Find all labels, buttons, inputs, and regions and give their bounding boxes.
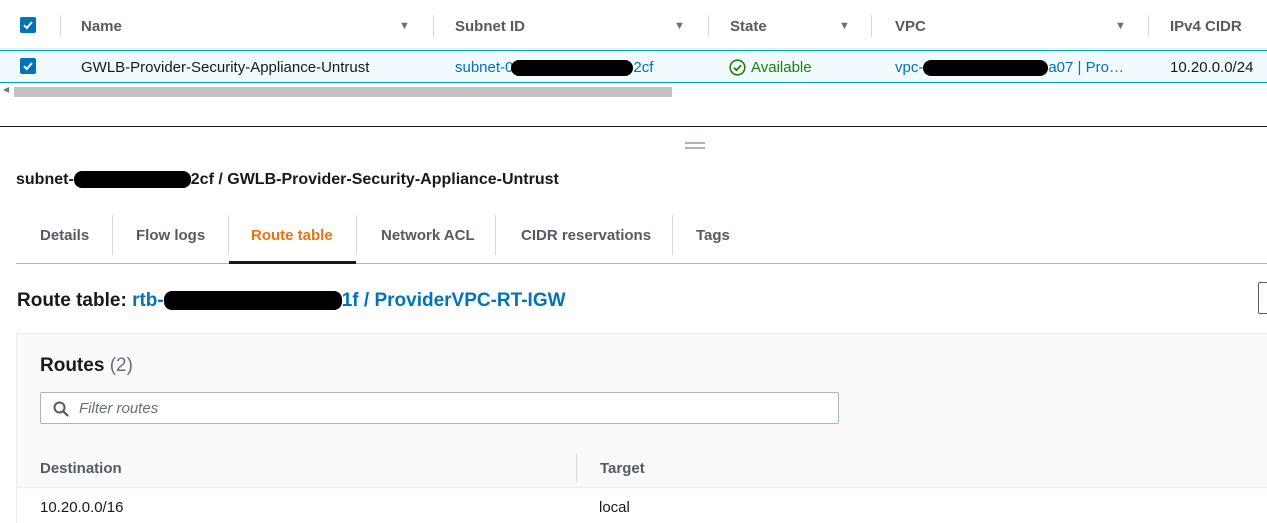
tab-details[interactable]: Details [40, 206, 89, 264]
sort-caret-icon[interactable]: ▼ [674, 20, 685, 32]
sort-caret-icon[interactable]: ▼ [1115, 20, 1126, 32]
check-circle-icon [729, 59, 746, 76]
detail-title-prefix: subnet- [16, 171, 74, 188]
routes-container: Routes (2) Destination Target 10.20.0.0/… [16, 333, 1267, 523]
table-row: 10.20.0.0/16 local [17, 489, 1267, 523]
column-header-label: Subnet ID [455, 17, 525, 35]
vpc-link[interactable]: vpc- a07 | Pro… [895, 51, 1124, 84]
tab-divider [356, 215, 357, 255]
split-panel-divider [0, 126, 1267, 127]
table-row[interactable]: GWLB-Provider-Security-Appliance-Untrust… [0, 50, 1267, 83]
column-header-ipv4-cidr[interactable]: IPv4 CIDR [1170, 3, 1267, 49]
resize-handle-icon[interactable] [685, 142, 705, 149]
column-header-destination[interactable]: Destination [40, 448, 122, 488]
tab-divider [672, 215, 673, 255]
column-divider [433, 15, 434, 37]
route-destination: 10.20.0.0/16 [40, 498, 124, 516]
tab-divider [228, 215, 229, 255]
horizontal-scrollbar[interactable]: ◀ [0, 84, 1267, 98]
tab-cidr-reservations[interactable]: CIDR reservations [521, 206, 651, 264]
status-text: Available [751, 59, 812, 76]
vpc-prefix: vpc- [895, 59, 924, 76]
redaction-mark [923, 59, 1049, 76]
column-header-state[interactable]: State ▼ [730, 3, 855, 49]
routes-count: (2) [109, 355, 133, 376]
tab-flow-logs[interactable]: Flow logs [136, 206, 205, 264]
column-divider [871, 15, 872, 37]
routes-table-header: Destination Target [17, 448, 1267, 488]
subnets-table: Name ▼ Subnet ID ▼ State ▼ VPC ▼ IPv4 CI… [0, 0, 1267, 100]
route-target: local [599, 498, 630, 516]
detail-title: subnet- 2cf / GWLB-Provider-Security-Appl… [16, 171, 559, 189]
vpc-suffix: a07 | Pro… [1048, 59, 1124, 76]
scroll-left-icon[interactable]: ◀ [3, 85, 9, 94]
column-divider [576, 454, 577, 482]
status-badge: Available [729, 51, 812, 84]
subnet-id-link[interactable]: subnet-0 2cf [455, 51, 653, 84]
sort-caret-icon[interactable]: ▼ [399, 20, 410, 32]
tab-divider [495, 215, 496, 255]
active-tab-indicator [229, 261, 356, 264]
column-header-target[interactable]: Target [600, 448, 645, 488]
filter-routes-input[interactable] [79, 397, 819, 419]
column-header-vpc[interactable]: VPC ▼ [895, 3, 1130, 49]
filter-routes-field[interactable] [40, 392, 839, 424]
column-divider [708, 15, 709, 37]
column-header-label: VPC [895, 17, 926, 35]
redaction-mark [73, 171, 191, 189]
search-icon [53, 401, 69, 417]
tab-network-acl[interactable]: Network ACL [381, 206, 475, 264]
column-header-label: State [730, 17, 767, 35]
route-table-link[interactable]: rtb- 1f / ProviderVPC-RT-IGW [132, 290, 565, 311]
route-table-heading: Route table: rtb- 1f / ProviderVPC-RT-IGW [17, 290, 566, 312]
routes-title: Routes [40, 355, 105, 376]
check-icon [23, 21, 33, 30]
row-checkbox[interactable] [20, 58, 36, 74]
subnet-name: GWLB-Provider-Security-Appliance-Untrust [81, 59, 370, 76]
check-icon [23, 62, 33, 71]
detail-title-suffix: 2cf / GWLB-Provider-Security-Appliance-U… [190, 171, 559, 188]
scrollbar-thumb[interactable] [14, 87, 672, 97]
detail-tabs: Details Flow logs Route table Network AC… [16, 206, 1267, 264]
subnets-table-header: Name ▼ Subnet ID ▼ State ▼ VPC ▼ IPv4 CI… [0, 3, 1267, 49]
edit-route-table-button[interactable] [1258, 282, 1267, 314]
tab-divider [112, 215, 113, 255]
select-all-checkbox[interactable] [20, 17, 36, 33]
column-divider [60, 15, 61, 37]
routes-heading: Routes (2) [40, 355, 133, 377]
redaction-mark [163, 291, 342, 311]
column-header-name[interactable]: Name ▼ [81, 3, 411, 49]
tab-route-table[interactable]: Route table [251, 206, 333, 264]
column-header-label: Name [81, 17, 122, 35]
route-table-id-prefix: rtb- [132, 290, 164, 311]
redaction-mark [511, 59, 634, 76]
column-divider [1148, 15, 1149, 37]
ipv4-cidr: 10.20.0.0/24 [1170, 59, 1254, 76]
subnet-id-prefix: subnet-0 [455, 59, 514, 76]
sort-caret-icon[interactable]: ▼ [839, 20, 850, 32]
tab-tags[interactable]: Tags [696, 206, 730, 264]
route-table-id-suffix: 1f / ProviderVPC-RT-IGW [341, 290, 566, 311]
subnet-id-suffix: 2cf [633, 59, 654, 76]
route-table-label: Route table: [17, 290, 127, 311]
column-header-subnet-id[interactable]: Subnet ID ▼ [455, 3, 690, 49]
column-header-label: IPv4 CIDR [1170, 17, 1242, 35]
